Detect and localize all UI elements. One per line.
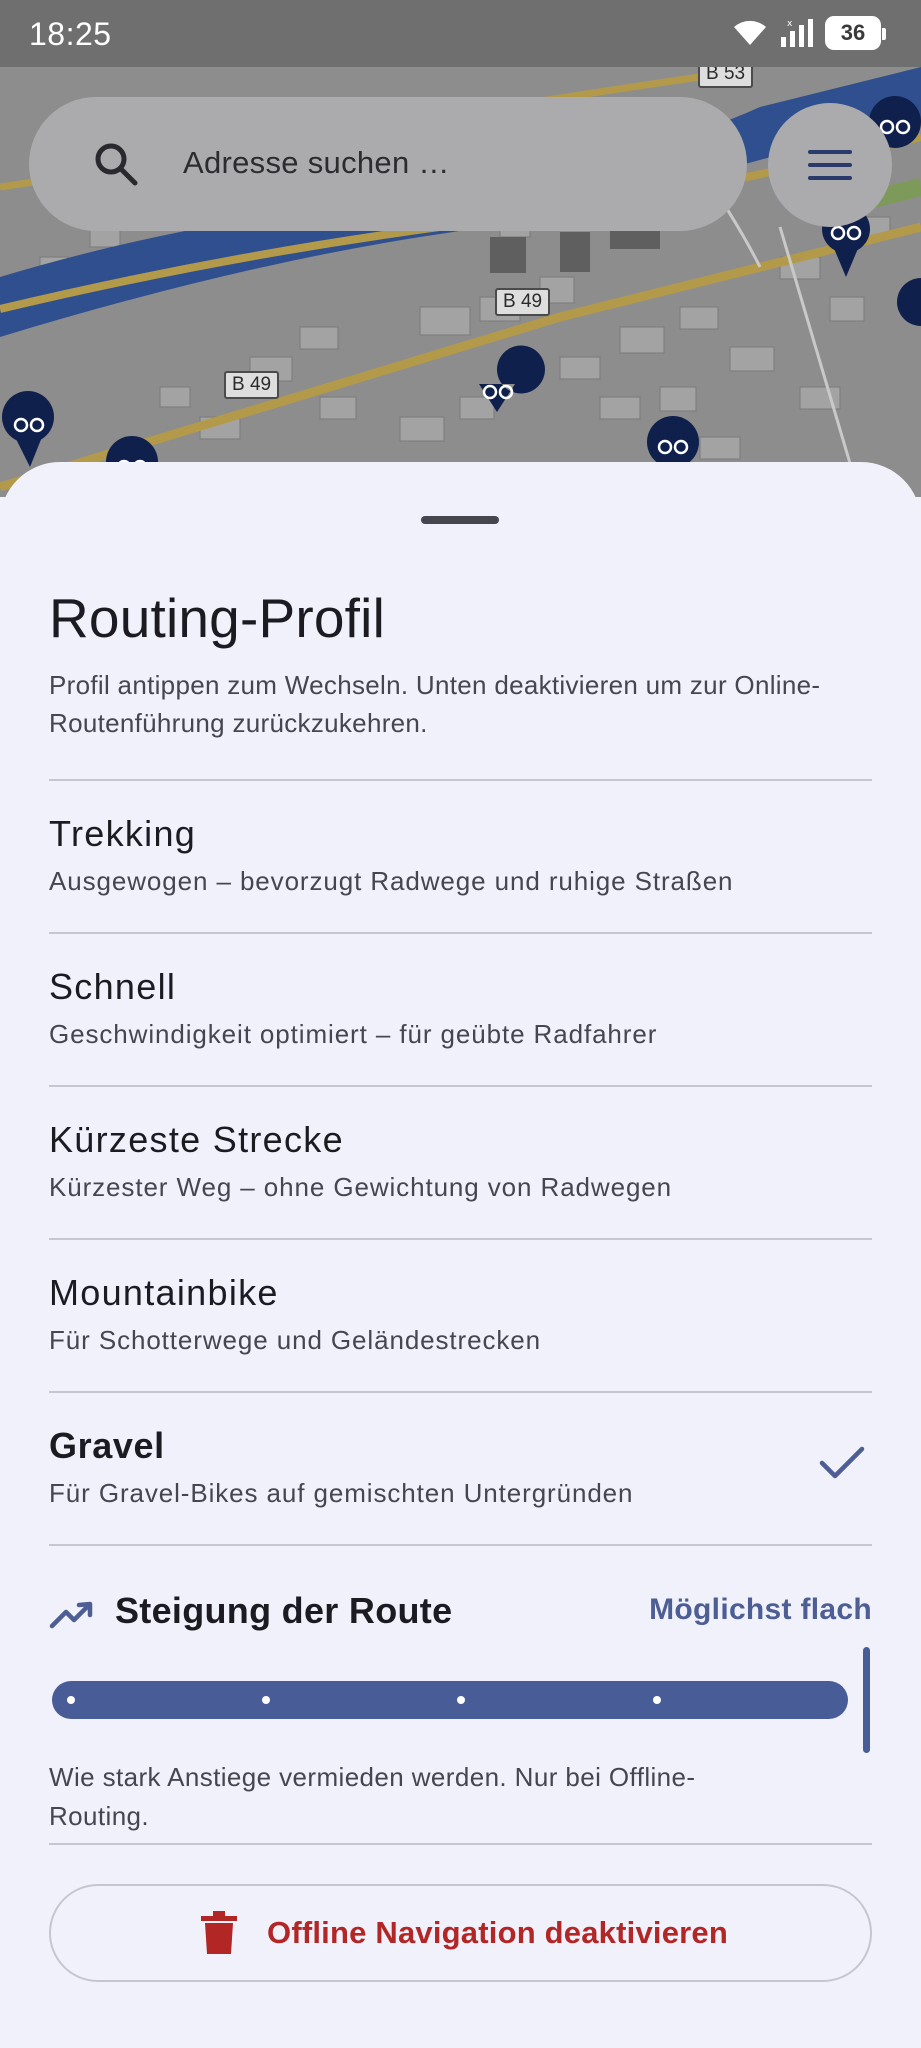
road-label: B 49	[495, 288, 551, 316]
wifi-icon	[734, 20, 766, 45]
menu-button[interactable]	[768, 103, 892, 227]
profile-name: Gravel	[49, 1425, 165, 1466]
signal-icon: x	[781, 19, 813, 47]
sheet-drag-handle[interactable]	[421, 516, 499, 524]
profile-item-trekking[interactable]: Trekking Ausgewogen – bevorzugt Radwege …	[0, 781, 921, 931]
incline-title: Steigung der Route	[115, 1590, 453, 1631]
search-bar[interactable]: Adresse suchen …	[29, 97, 747, 231]
profile-name: Trekking	[49, 813, 197, 854]
profile-name: Mountainbike	[49, 1272, 279, 1313]
sheet-description: Profil antippen zum Wechseln. Unten deak…	[49, 670, 821, 738]
profile-name: Kürzeste Strecke	[49, 1119, 344, 1160]
profile-description: Kürzester Weg – ohne Gewichtung von Radw…	[49, 1172, 673, 1202]
sheet-title: Routing-Profil	[49, 587, 385, 649]
profile-item-schnell[interactable]: Schnell Geschwindigkeit optimiert – für …	[0, 934, 921, 1084]
road-label: B 49	[224, 371, 280, 399]
profile-description: Ausgewogen – bevorzugt Radwege und ruhig…	[49, 866, 734, 896]
deactivate-offline-button[interactable]: Offline Navigation deaktivieren	[49, 1884, 872, 1982]
bike-marker-icon[interactable]	[647, 416, 699, 468]
status-time: 18:25	[29, 16, 112, 52]
slider-tick	[67, 1696, 75, 1704]
slider-tick	[457, 1696, 465, 1704]
incline-value: Möglichst flach	[649, 1593, 872, 1626]
status-bar: 18:25 x 36	[0, 0, 921, 67]
trash-icon	[201, 1911, 237, 1954]
profile-item-kuerzeste-strecke[interactable]: Kürzeste Strecke Kürzester Weg – ohne Ge…	[0, 1087, 921, 1237]
profile-item-mountainbike[interactable]: Mountainbike Für Schotterwege und Geländ…	[0, 1240, 921, 1390]
svg-text:x: x	[787, 19, 793, 29]
divider	[49, 1544, 872, 1546]
trending-up-icon	[49, 1601, 93, 1629]
deactivate-label: Offline Navigation deaktivieren	[267, 1915, 728, 1950]
routing-profile-sheet: Routing-Profil Profil antippen zum Wechs…	[0, 462, 921, 2048]
incline-note: Wie stark Anstiege vermieden werden. Nur…	[49, 1762, 696, 1831]
profile-description: Für Gravel-Bikes auf gemischten Untergrü…	[49, 1478, 634, 1508]
checkmark-icon	[819, 1446, 865, 1479]
profile-name: Schnell	[49, 966, 177, 1007]
search-input[interactable]: Adresse suchen …	[183, 145, 450, 181]
incline-slider-thumb[interactable]	[863, 1647, 870, 1753]
profile-item-gravel[interactable]: Gravel Für Gravel-Bikes auf gemischten U…	[0, 1393, 921, 1543]
incline-slider[interactable]	[52, 1681, 848, 1719]
battery-icon: 36	[825, 16, 886, 50]
profile-description: Für Schotterwege und Geländestrecken	[49, 1325, 541, 1355]
slider-tick	[653, 1696, 661, 1704]
divider	[49, 1843, 872, 1845]
slider-tick	[262, 1696, 270, 1704]
status-icons: x 36	[731, 16, 886, 50]
profile-description: Geschwindigkeit optimiert – für geübte R…	[49, 1019, 658, 1049]
search-icon[interactable]	[93, 141, 139, 187]
